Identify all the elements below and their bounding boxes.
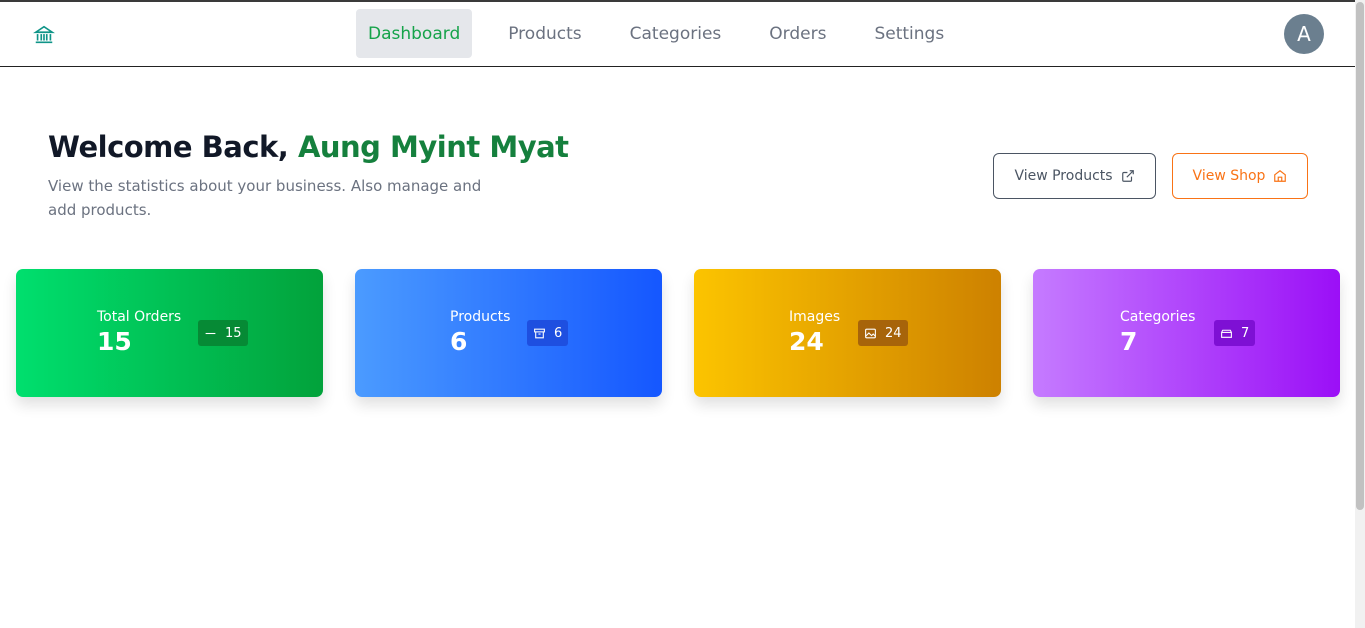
view-shop-label: View Shop bbox=[1192, 168, 1266, 184]
home-icon bbox=[1274, 170, 1287, 182]
badge-count: 24 bbox=[885, 325, 902, 341]
stat-value: 6 bbox=[450, 327, 468, 356]
image-icon bbox=[865, 328, 876, 338]
main-nav: Dashboard Products Categories Orders Set… bbox=[356, 9, 980, 58]
stat-label: Products bbox=[450, 309, 511, 325]
stat-label: Images bbox=[789, 309, 841, 325]
nav-orders[interactable]: Orders bbox=[757, 9, 838, 58]
badge-count: 7 bbox=[1241, 325, 1250, 341]
dash-icon bbox=[205, 332, 216, 334]
top-navbar: Dashboard Products Categories Orders Set… bbox=[0, 2, 1355, 67]
nav-products[interactable]: Products bbox=[496, 9, 593, 58]
stat-badge: 24 bbox=[858, 320, 908, 346]
stat-label: Total Orders bbox=[97, 309, 182, 325]
folder-icon bbox=[1221, 329, 1232, 338]
archive-box-icon bbox=[534, 328, 545, 338]
badge-count: 6 bbox=[554, 325, 563, 341]
stat-badge: 15 bbox=[198, 320, 248, 346]
view-shop-button[interactable]: View Shop bbox=[1172, 153, 1308, 199]
user-name: Aung Myint Myat bbox=[297, 130, 569, 164]
page-subtitle: View the statistics about your business.… bbox=[48, 177, 482, 219]
stat-value: 24 bbox=[789, 327, 824, 356]
stat-badge: 6 bbox=[527, 320, 569, 346]
stat-card-images[interactable]: Images 24 24 bbox=[694, 269, 1001, 397]
stat-value: 15 bbox=[97, 327, 132, 356]
greeting-text: Welcome Back, bbox=[48, 130, 289, 164]
stat-card-total-orders[interactable]: Total Orders 15 15 bbox=[16, 269, 323, 397]
bank-icon[interactable] bbox=[33, 24, 55, 46]
scrollbar-thumb[interactable] bbox=[1356, 2, 1364, 510]
stat-card-products[interactable]: Products 6 6 bbox=[355, 269, 662, 397]
view-products-button[interactable]: View Products bbox=[993, 153, 1156, 199]
stat-value: 7 bbox=[1120, 327, 1138, 356]
view-products-label: View Products bbox=[1014, 168, 1113, 184]
scrollbar[interactable] bbox=[1355, 0, 1365, 628]
external-link-icon bbox=[1121, 170, 1134, 182]
nav-categories[interactable]: Categories bbox=[618, 9, 734, 58]
avatar[interactable]: A bbox=[1284, 14, 1324, 54]
nav-dashboard[interactable]: Dashboard bbox=[356, 9, 473, 58]
badge-count: 15 bbox=[225, 325, 242, 341]
stat-card-categories[interactable]: Categories 7 7 bbox=[1033, 269, 1340, 397]
stat-label: Categories bbox=[1120, 309, 1196, 325]
page-title: Welcome Back, Aung Myint Myat bbox=[48, 130, 569, 164]
stat-badge: 7 bbox=[1214, 320, 1256, 346]
nav-settings[interactable]: Settings bbox=[862, 9, 956, 58]
